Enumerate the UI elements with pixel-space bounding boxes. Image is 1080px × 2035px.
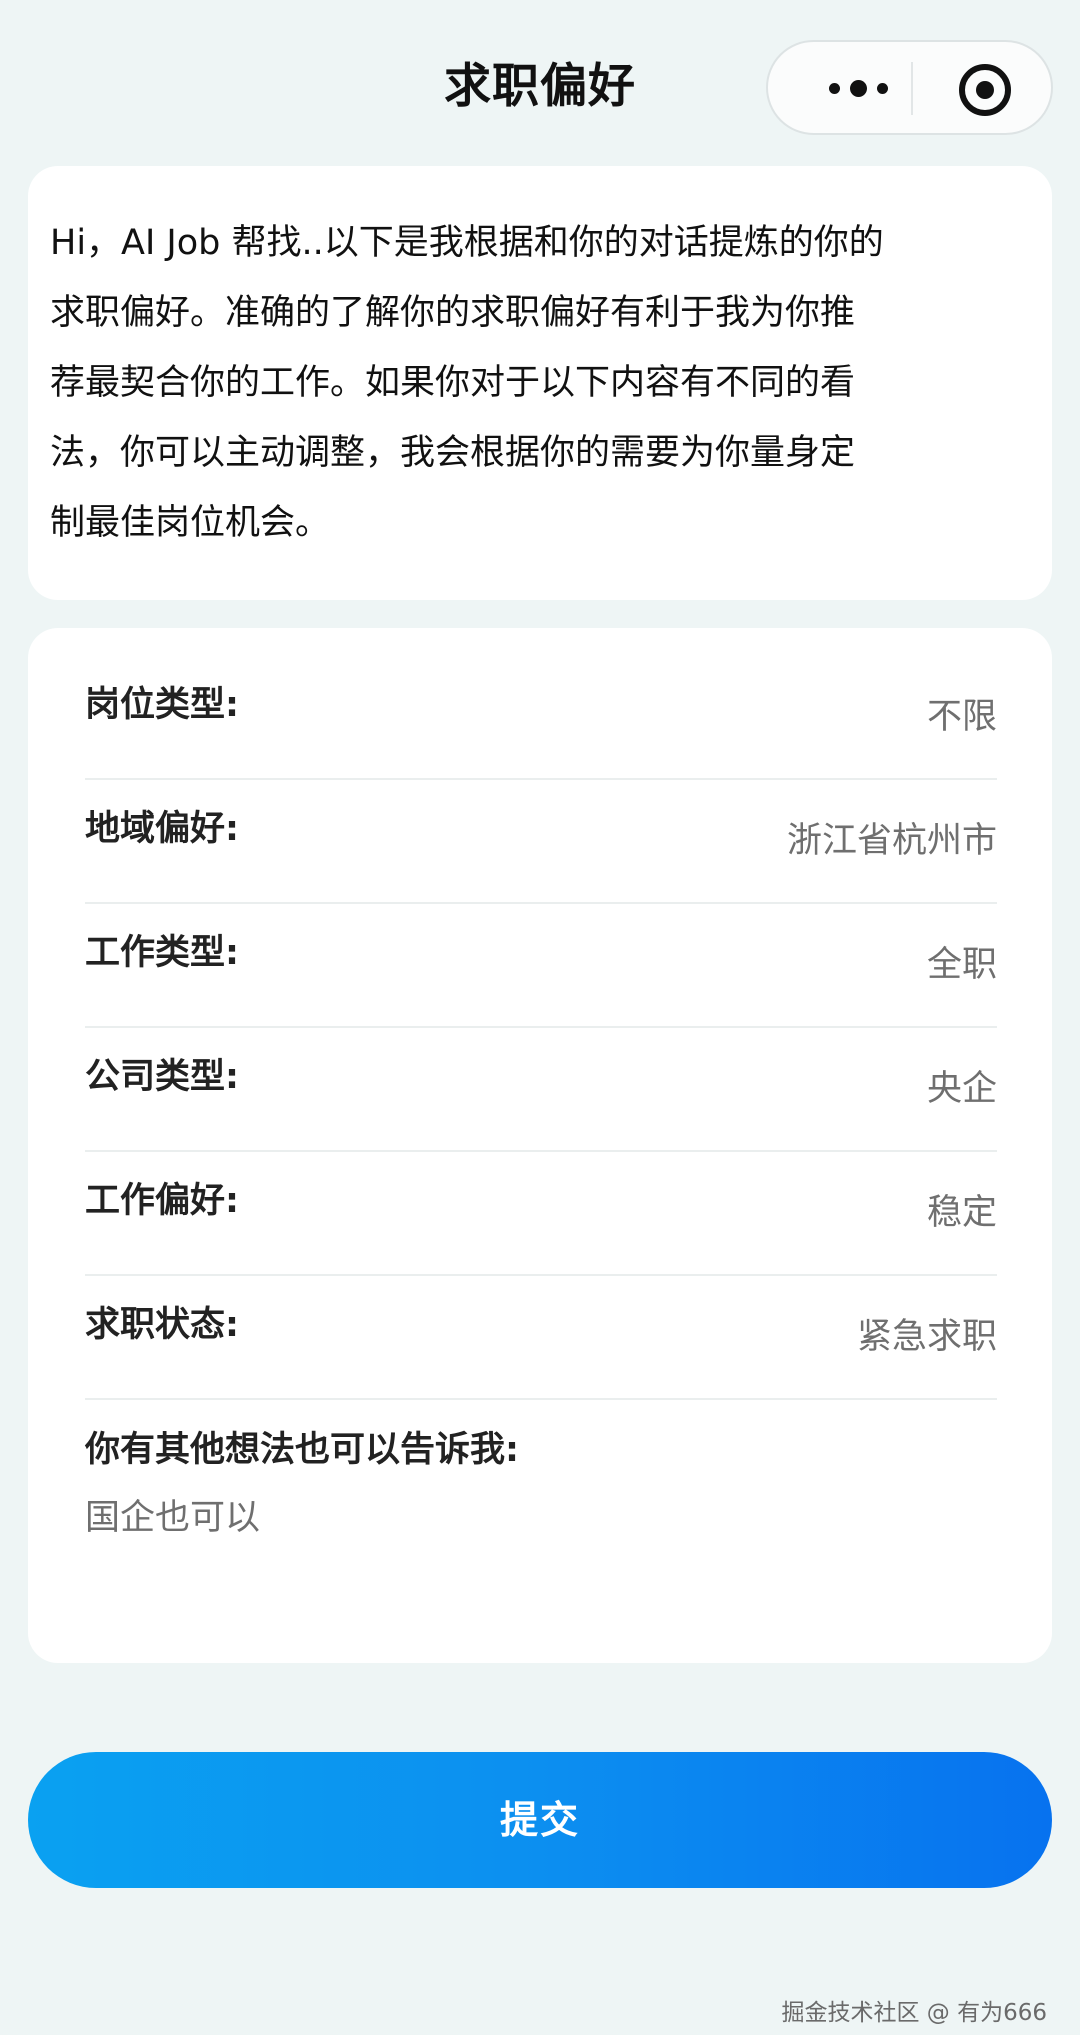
other-thoughts-input[interactable]: 国企也可以: [85, 1493, 260, 1543]
pref-label: 工作类型:: [85, 933, 239, 973]
other-thoughts-label: 你有其他想法也可以告诉我:: [85, 1430, 519, 1470]
pref-row-job-type[interactable]: 岗位类型: 不限: [85, 656, 997, 780]
pref-value[interactable]: 紧急求职: [857, 1312, 997, 1362]
pref-value[interactable]: 不限: [927, 692, 997, 742]
pref-label: 求职状态:: [85, 1305, 239, 1345]
pref-label: 岗位类型:: [85, 685, 239, 725]
target-close-icon[interactable]: [959, 64, 1011, 116]
intro-text: Hi，AI Job 帮找..以下是我根据和你的对话提炼的你的 求职偏好。准确的了…: [50, 208, 1010, 558]
dot: [849, 79, 867, 97]
mini-program-capsule: [766, 40, 1053, 135]
pref-value[interactable]: 稳定: [927, 1188, 997, 1238]
pref-label: 工作偏好:: [85, 1181, 239, 1221]
pref-row-work-type[interactable]: 工作类型: 全职: [85, 904, 997, 1028]
pref-row-job-status[interactable]: 求职状态: 紧急求职: [85, 1276, 997, 1400]
pref-label: 地域偏好:: [85, 809, 239, 849]
intro-line: 制最佳岗位机会。: [50, 503, 331, 543]
pref-value[interactable]: 全职: [927, 940, 997, 990]
intro-line: 荐最契合你的工作。如果你对于以下内容有不同的看: [50, 363, 856, 403]
intro-line: 求职偏好。准确的了解你的求职偏好有利于我为你推: [50, 293, 856, 333]
watermark: 掘金技术社区 @ 有为666: [781, 2000, 1047, 2026]
dot: [828, 82, 840, 94]
pref-value[interactable]: 央企: [927, 1064, 997, 1114]
capsule-divider: [911, 62, 913, 115]
intro-line: 法，你可以主动调整，我会根据你的需要为你量身定: [50, 433, 856, 473]
pref-value[interactable]: 浙江省杭州市: [787, 816, 997, 866]
more-dots-icon[interactable]: [808, 60, 908, 116]
pref-row-region[interactable]: 地域偏好: 浙江省杭州市: [85, 780, 997, 904]
pref-row-work-preference[interactable]: 工作偏好: 稳定: [85, 1152, 997, 1276]
intro-line: Hi，AI Job 帮找..以下是我根据和你的对话提炼的你的: [50, 223, 884, 263]
pref-row-company-type[interactable]: 公司类型: 央企: [85, 1028, 997, 1152]
submit-button[interactable]: 提交: [28, 1752, 1052, 1888]
pref-label: 公司类型:: [85, 1057, 239, 1097]
dot: [876, 82, 888, 94]
